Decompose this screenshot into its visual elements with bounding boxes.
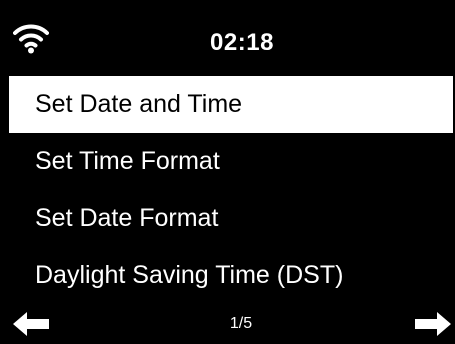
settings-menu: Set Date and Time Set Time Format Set Da… [9,76,453,304]
menu-item-set-date-and-time[interactable]: Set Date and Time [9,76,453,133]
footer-bar: 1/5 [9,304,453,344]
menu-item-daylight-saving-time[interactable]: Daylight Saving Time (DST) [9,247,453,304]
page-indicator: 1/5 [229,315,253,332]
menu-item-set-date-format[interactable]: Set Date Format [9,190,453,247]
status-bar: 02:18 [9,10,453,76]
radio-display: 02:18 Set Date and Time Set Time Format … [9,10,453,344]
clock-time: 02:18 [210,29,274,56]
menu-item-set-time-format[interactable]: Set Time Format [9,133,453,190]
arrow-right-icon[interactable] [415,312,451,336]
